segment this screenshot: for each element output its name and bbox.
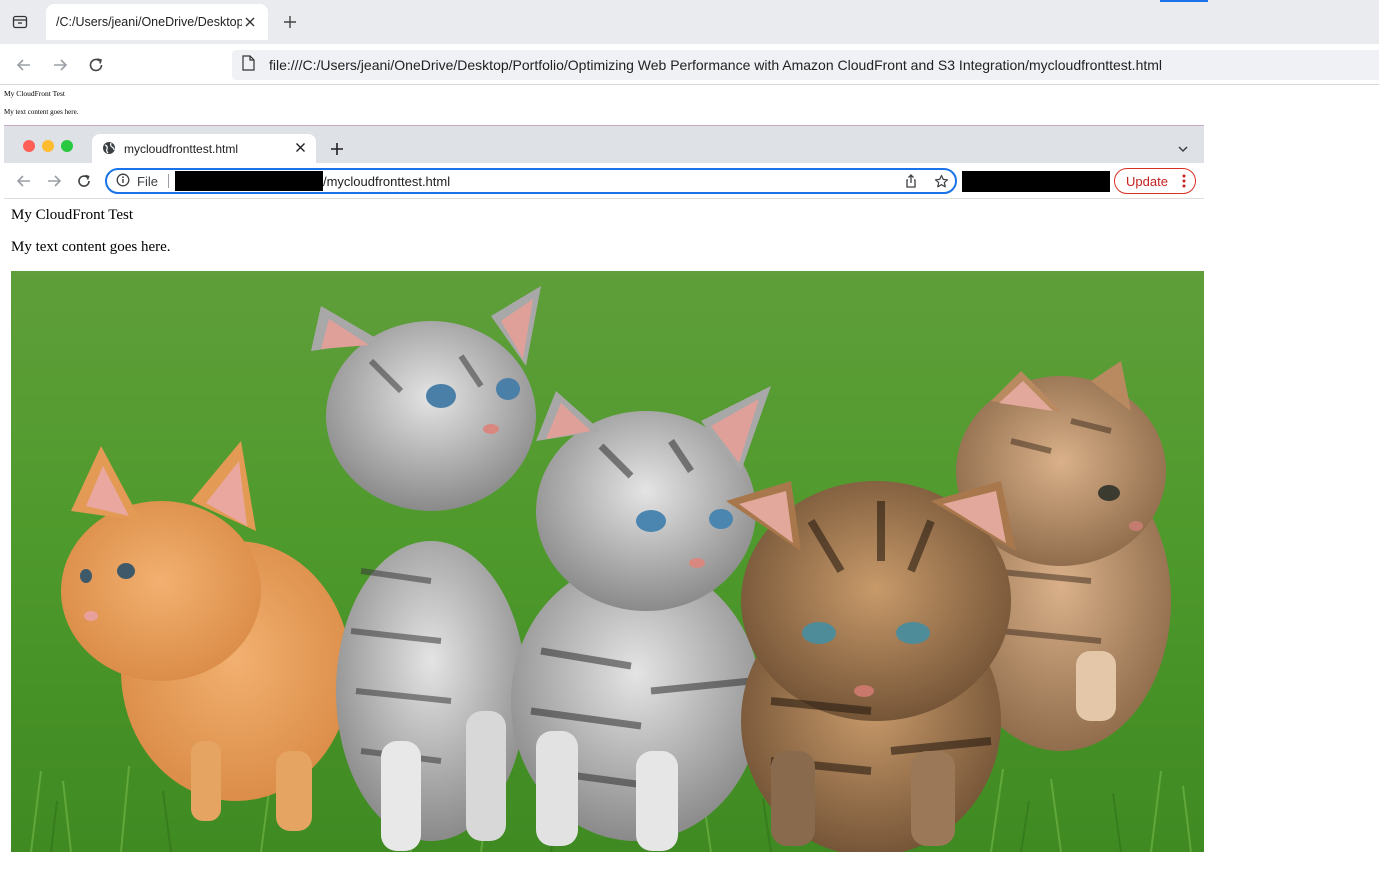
outer-toolbar: file:///C:/Users/jeani/OneDrive/Desktop/… [0,44,1379,85]
redacted-profile-area [962,171,1110,192]
reload-icon [75,172,93,190]
screenshot-tab-strip: mycloudfronttest.html [4,125,1204,164]
minimize-window-dot [42,140,54,152]
info-icon [116,173,130,190]
page-text: My text content goes here. [4,108,79,116]
share-icon [903,173,919,189]
screenshot-omnibox: File /mycloudfronttest.html [105,168,957,194]
screenshot-active-tab: mycloudfronttest.html [92,134,316,164]
site-info-chip: File [116,173,158,190]
back-arrow-icon [15,172,33,190]
page-file-icon [241,54,255,76]
close-icon [295,142,306,156]
tab-actions-icon[interactable] [8,10,32,34]
chevron-down-icon [1174,140,1192,158]
omnibox-divider [167,174,169,188]
forward-arrow-icon [45,172,63,190]
address-url: file:///C:/Users/jeani/OneDrive/Desktop/… [269,57,1163,73]
bookmark-star-icon [933,173,949,189]
outer-tab-title: /C:/Users/jeani/OneDrive/Desktop/Portfol… [56,15,242,29]
screenshot-toolbar: File /mycloudfronttest.html Update [4,163,1204,199]
close-icon[interactable] [242,14,258,30]
new-tab-icon [328,140,346,158]
globe-icon [102,141,116,158]
outer-active-tab[interactable]: /C:/Users/jeani/OneDrive/Desktop/Portfol… [46,4,268,40]
reload-icon[interactable] [85,54,107,76]
loading-indicator [1160,0,1208,2]
scheme-label: File [137,173,158,189]
screenshot-page-text: My text content goes here. [11,239,171,255]
new-tab-icon[interactable] [280,12,300,32]
update-label: Update [1126,173,1168,189]
url-path: /mycloudfronttest.html [322,173,451,189]
back-arrow-icon[interactable] [13,54,35,76]
outer-tab-strip: /C:/Users/jeani/OneDrive/Desktop/Portfol… [0,0,1379,44]
kittens-photo [11,271,1204,852]
screenshot-page-heading: My CloudFront Test [11,207,134,223]
page-heading: My CloudFront Test [4,89,66,98]
more-menu-icon [1181,174,1187,188]
address-bar[interactable]: file:///C:/Users/jeani/OneDrive/Desktop/… [232,50,1379,80]
embedded-browser-screenshot: mycloudfronttest.html File /mycloudfront… [4,125,1204,852]
tabby-kitten-front [726,481,1016,852]
update-button: Update [1114,168,1196,194]
redacted-url-segment [174,171,323,191]
maximize-window-dot [61,140,73,152]
screenshot-tab-title: mycloudfronttest.html [124,142,239,156]
forward-arrow-icon[interactable] [49,54,71,76]
close-window-dot [23,140,35,152]
